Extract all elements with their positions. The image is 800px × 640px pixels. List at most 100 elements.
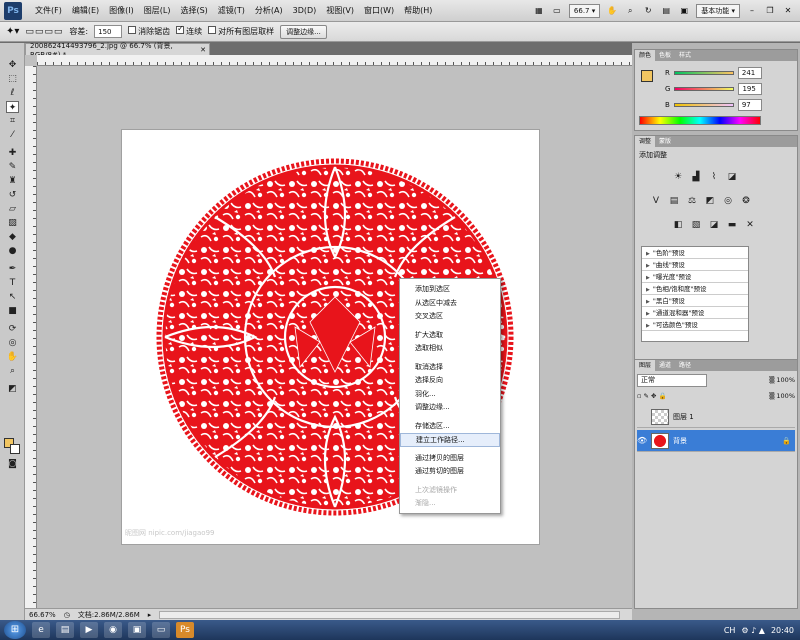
selective-color-icon[interactable]: ✕ [743,218,757,232]
preset-list-item[interactable]: ▶ "色阶"预设 [642,247,748,259]
posterize-icon[interactable]: ▧ [689,218,703,232]
hand-tool-icon[interactable]: ✋ [606,5,618,17]
preset-list-item[interactable]: ▶ "色相/饱和度"预设 [642,283,748,295]
crop-tool-icon[interactable]: ⌗ [6,115,19,127]
bridge-icon[interactable]: ▦ [533,5,545,17]
expand-triangle-icon[interactable]: ▶ [646,272,650,282]
layer-visibility-icon[interactable]: 👁 [637,436,647,445]
tab-adjustments[interactable]: 调整 [635,136,656,147]
context-menu-item[interactable]: 选择反向 [400,374,500,388]
eyedropper-tool-icon[interactable]: ⁄ [6,129,19,141]
eraser-tool-icon[interactable]: ▱ [6,203,19,215]
black-white-icon[interactable]: ◩ [703,194,717,208]
vertical-ruler[interactable] [25,66,37,608]
arrange-documents-icon[interactable]: ▤ [660,5,672,17]
layer-row-layer1[interactable]: 图层 1 [637,406,795,428]
tab-swatches[interactable]: 色板 [655,50,675,61]
status-zoom[interactable]: 66.67% [29,611,56,619]
menu-window[interactable]: 窗口(W) [359,5,399,16]
restore-icon[interactable]: ❐ [764,5,776,17]
refine-edge-button[interactable]: 调整边缘... [280,24,327,39]
blue-value-input[interactable]: 97 [737,99,762,111]
hand-tool-icon[interactable]: ✋ [6,351,19,363]
chrome-icon[interactable]: ◉ [104,622,122,638]
folder-icon[interactable]: ▭ [152,622,170,638]
menu-3d[interactable]: 3D(D) [288,6,322,15]
contiguous-checkbox[interactable]: 连续 [176,24,202,37]
photoshop-taskbar-icon[interactable]: Ps [176,622,194,638]
zoom-tool-icon[interactable]: ⌕ [624,5,636,17]
ime-indicator[interactable]: CH [724,626,736,635]
green-slider[interactable] [674,87,735,91]
preset-list-item[interactable]: ▶ "黑白"预设 [642,295,748,307]
menu-image[interactable]: 图像(I) [104,5,139,16]
photo-filter-icon[interactable]: ◎ [721,194,735,208]
context-menu-item[interactable]: 存储选区... [400,420,500,434]
horizontal-scrollbar[interactable] [159,610,620,619]
preset-list-item[interactable]: ▶ "曝光度"预设 [642,271,748,283]
levels-icon[interactable]: ▟ [689,170,703,184]
vibrance-icon[interactable]: V [649,194,663,208]
preset-list-item[interactable]: ▶ "可选颜色"预设 [642,319,748,331]
context-menu-item[interactable]: 调整边缘... [400,401,500,415]
menu-analysis[interactable]: 分析(A) [250,5,288,16]
expand-triangle-icon[interactable]: ▶ [646,308,650,318]
layer-name[interactable]: 图层 1 [673,412,694,422]
menu-edit[interactable]: 编辑(E) [67,5,104,16]
expand-triangle-icon[interactable]: ▶ [646,320,650,330]
threshold-icon[interactable]: ◪ [707,218,721,232]
red-slider[interactable] [673,71,734,75]
color-panel-foreground-swatch[interactable] [641,70,653,82]
minibridge-icon[interactable]: ▭ [551,5,563,17]
tab-layers[interactable]: 图层 [635,360,656,371]
context-menu-item[interactable]: 取消选择 [400,361,500,375]
type-tool-icon[interactable]: T [6,277,19,289]
gradient-tool-icon[interactable]: ▨ [6,217,19,229]
horizontal-ruler[interactable] [37,55,632,66]
green-value-input[interactable]: 195 [738,83,763,95]
context-menu-item[interactable]: 通过拷贝的图层 [400,452,500,466]
pen-tool-icon[interactable]: ✒ [6,263,19,275]
background-color-swatch[interactable] [10,444,20,454]
hue-saturation-icon[interactable]: ▤ [667,194,681,208]
preset-list-item[interactable]: ▶ "曲线"预设 [642,259,748,271]
context-menu-item[interactable]: 扩大选取 [400,329,500,343]
app-icon[interactable]: ▣ [128,622,146,638]
gradient-map-icon[interactable]: ▬ [725,218,739,232]
antialias-checkbox[interactable]: 消除锯齿 [128,26,170,37]
tray-icons[interactable]: ⚙ ♪ ▲ [741,626,765,635]
menu-help[interactable]: 帮助(H) [399,5,437,16]
fill-field[interactable]: ▒ 100% [769,392,795,400]
expand-triangle-icon[interactable]: ▶ [646,296,650,306]
close-icon[interactable]: ✕ [782,5,794,17]
explorer-icon[interactable]: ▤ [56,622,74,638]
expand-triangle-icon[interactable]: ▶ [646,248,650,258]
context-menu-item[interactable]: 交叉选区 [400,310,500,324]
menu-layer[interactable]: 图层(L) [139,5,176,16]
marquee-tool-icon[interactable]: ⬚ [6,73,19,85]
layer-row-background[interactable]: 👁 背景 🔒 [637,430,795,452]
color-spectrum-bar[interactable] [639,116,761,125]
menu-select[interactable]: 选择(S) [175,5,212,16]
sample-all-layers-checkbox[interactable]: 对所有图层取样 [208,26,274,37]
dodge-tool-icon[interactable]: ● [6,245,19,257]
clone-stamp-tool-icon[interactable]: ♜ [6,175,19,187]
default-colors-icon[interactable]: ◩ [6,383,19,395]
blur-tool-icon[interactable]: ◆ [6,231,19,243]
zoom-tool-icon[interactable]: ⌕ [6,365,19,377]
menu-filter[interactable]: 滤镜(T) [213,5,250,16]
document-tab[interactable]: 200862414493796_2.jpg @ 66.7% (背景, RGB/8… [25,42,210,59]
start-button[interactable]: ⊞ [4,621,26,639]
status-arrow-icon[interactable]: ▸ [148,611,152,619]
invert-icon[interactable]: ◧ [671,218,685,232]
tab-styles[interactable]: 样式 [675,50,695,61]
magic-wand-tool-icon[interactable]: ✦ [6,101,19,113]
brightness-contrast-icon[interactable]: ☀ [671,170,685,184]
tolerance-input[interactable]: 150 [94,25,123,38]
tab-channels[interactable]: 通道 [655,360,675,371]
color-balance-icon[interactable]: ⚖ [685,194,699,208]
menu-view[interactable]: 视图(V) [321,5,359,16]
expand-triangle-icon[interactable]: ▶ [646,260,650,270]
selection-mode-icons[interactable]: ▭▭▭▭ [25,27,63,37]
minimize-icon[interactable]: – [746,5,758,17]
